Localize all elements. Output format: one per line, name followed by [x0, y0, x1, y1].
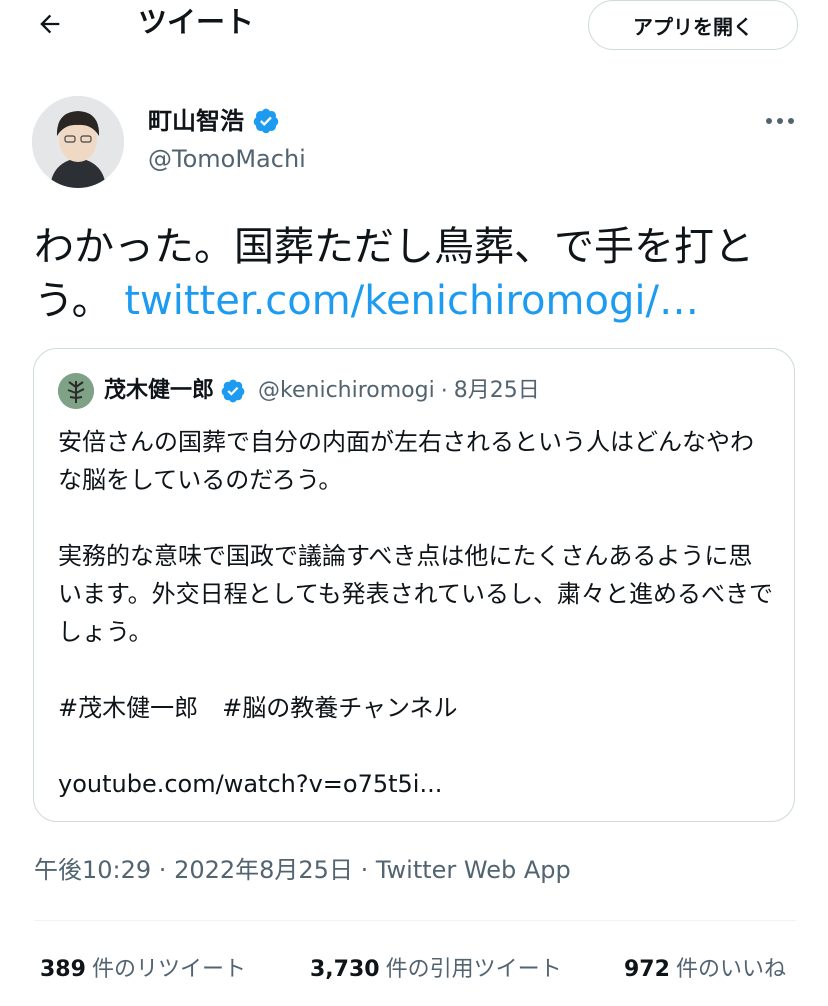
tweet-date[interactable]: 2022年8月25日	[174, 856, 353, 884]
quoted-body: 安倍さんの国葬で自分の内面が左右されるという人はどんなやわな脳をしているのだろう…	[58, 423, 774, 803]
avatar[interactable]	[32, 96, 124, 188]
quoted-avatar[interactable]	[58, 373, 94, 409]
verified-badge-icon	[253, 108, 279, 134]
quotes-count: 3,730	[310, 957, 380, 982]
quoted-author-handle: @kenichiromogi	[258, 378, 435, 403]
quoted-hashtags: #茂木健一郎 #脳の教養チャンネル	[58, 694, 458, 722]
verified-badge-icon	[221, 379, 245, 403]
tweet-meta: 午後10:29 · 2022年8月25日 · Twitter Web App	[34, 852, 571, 888]
top-bar: ツイート アプリを開く	[0, 0, 828, 52]
back-button[interactable]	[32, 6, 68, 42]
quoted-link: youtube.com/watch?v=o75t5i...	[58, 770, 443, 798]
quoted-tweet[interactable]: 茂木健一郎 @kenichiromogi · 8月25日 安倍さんの国葬で自分の…	[33, 348, 795, 822]
tweet-source[interactable]: Twitter Web App	[376, 856, 571, 884]
separator-dot: ·	[352, 856, 376, 884]
quoted-paragraph: 実務的な意味で国政で議論すべき点は他にたくさんあるように思います。外交日程として…	[58, 542, 773, 646]
author-name-row[interactable]: 町山智浩	[148, 104, 280, 138]
quoted-author-name: 茂木健一郎	[104, 378, 215, 403]
arrow-left-icon	[40, 14, 60, 34]
divider	[34, 920, 796, 921]
quoted-header: 茂木健一郎 @kenichiromogi · 8月25日	[104, 373, 540, 409]
open-app-button[interactable]: アプリを開く	[588, 0, 798, 50]
quoted-paragraph: 安倍さんの国葬で自分の内面が左右されるという人はどんなやわな脳をしているのだろう…	[58, 428, 754, 494]
quotes-stat[interactable]: 3,730 件の引用ツイート	[310, 952, 562, 988]
tweet-time[interactable]: 午後10:29	[34, 856, 151, 884]
more-button[interactable]	[760, 106, 800, 136]
engagement-stats: 389 件のリツイート 3,730 件の引用ツイート 972 件のいいね	[40, 952, 810, 988]
quotes-label: 件の引用ツイート	[385, 957, 562, 982]
likes-count: 972	[624, 957, 670, 982]
likes-label: 件のいいね	[675, 957, 786, 982]
tweet-link[interactable]: twitter.com/kenichiromogi/…	[124, 278, 699, 324]
author-handle[interactable]: @TomoMachi	[148, 142, 306, 176]
retweets-count: 389	[40, 957, 86, 982]
retweets-stat[interactable]: 389 件のリツイート	[40, 952, 246, 988]
quoted-date: 8月25日	[453, 378, 540, 403]
likes-stat[interactable]: 972 件のいいね	[624, 952, 786, 988]
tweet-text: わかった。国葬ただし鳥葬、で手を打とう。 twitter.com/kenichi…	[34, 220, 804, 328]
separator-dot: ·	[440, 378, 448, 404]
more-horizontal-icon	[766, 118, 794, 124]
page-title: ツイート	[138, 5, 255, 39]
author-name[interactable]: 町山智浩	[148, 104, 244, 138]
retweets-label: 件のリツイート	[91, 957, 246, 982]
separator-dot: ·	[151, 856, 175, 884]
